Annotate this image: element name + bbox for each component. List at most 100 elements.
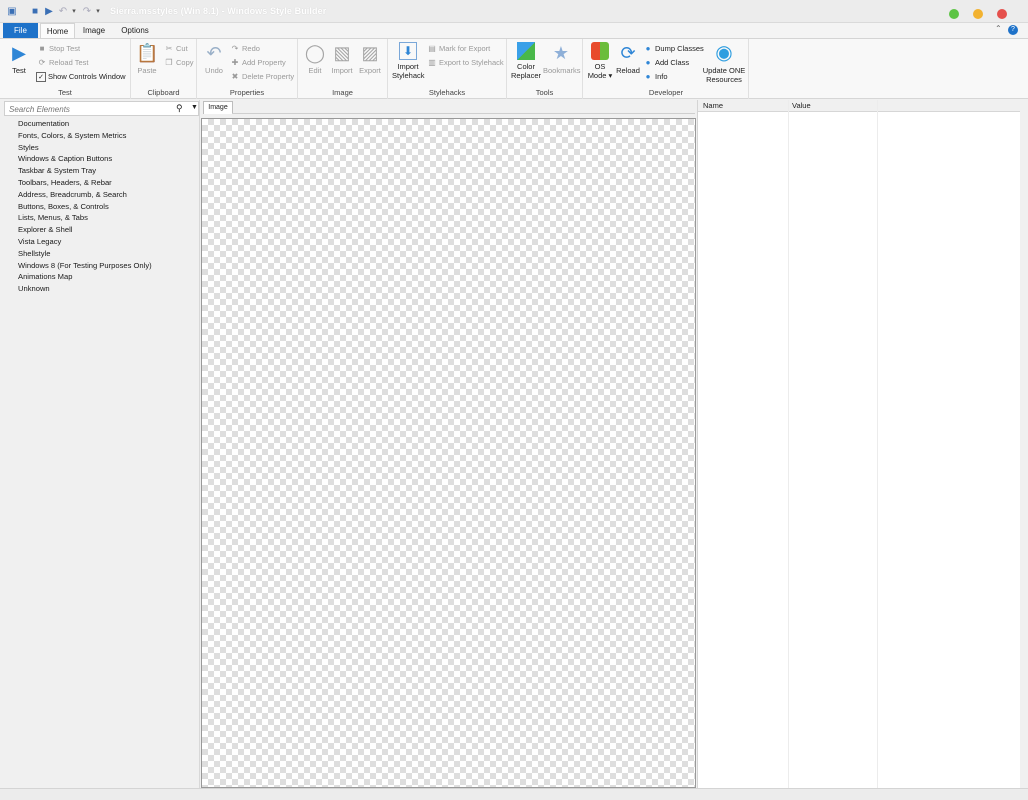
reload-icon: ⟳ xyxy=(620,43,636,63)
search-input[interactable] xyxy=(9,103,169,115)
help-icon[interactable]: ? xyxy=(1008,25,1018,35)
tree-item-windows-8[interactable]: Windows 8 (For Testing Purposes Only) xyxy=(18,260,152,272)
property-grid-header: Name Value xyxy=(698,100,1021,112)
image-canvas[interactable] xyxy=(201,118,696,788)
info-icon: ● xyxy=(645,72,651,82)
close-button[interactable] xyxy=(997,9,1007,19)
windows-logo-icon xyxy=(591,42,609,60)
import-image-icon: ▧ xyxy=(333,43,351,63)
paste-button[interactable]: 📋 Paste xyxy=(135,42,159,76)
group-stylehacks: ⬇ Import Stylehack ▤ Mark for Export ▥ Exp… xyxy=(388,39,507,99)
group-tools: Color Replacer ★ Bookmarks Tools xyxy=(507,39,583,99)
tree-item-toolbars[interactable]: Toolbars, Headers, & Rebar xyxy=(18,177,152,189)
minimize-button[interactable] xyxy=(973,9,983,19)
import-stylehack-button[interactable]: ⬇ Import Stylehack xyxy=(392,42,425,80)
test-button[interactable]: ▶ Test xyxy=(6,42,32,76)
undo-button[interactable]: ↶ Undo xyxy=(202,42,226,76)
refresh-icon: ⟳ xyxy=(38,58,46,68)
add-class-button[interactable]: ● Add Class xyxy=(643,57,690,69)
reload-test-button[interactable]: ⟳ Reload Test xyxy=(37,57,89,69)
tree-item-styles[interactable]: Styles xyxy=(18,142,152,154)
column-value-header[interactable]: Value xyxy=(792,101,811,110)
collapse-ribbon-icon[interactable]: ⌃ xyxy=(995,24,1002,33)
doc-tab-divider xyxy=(232,113,695,114)
column-divider xyxy=(877,100,878,788)
copy-button[interactable]: ❐ Copy xyxy=(164,57,193,69)
search-dropdown-icon[interactable]: ▼ xyxy=(191,104,198,111)
copy-icon: ❐ xyxy=(165,58,173,68)
tree-item-vista-legacy[interactable]: Vista Legacy xyxy=(18,236,152,248)
column-divider xyxy=(788,100,789,788)
tree-item-explorer[interactable]: Explorer & Shell xyxy=(18,224,152,236)
info-button[interactable]: ● Info xyxy=(643,71,668,83)
group-label-developer: Developer xyxy=(648,88,684,97)
mark-for-export-button[interactable]: ▤ Mark for Export xyxy=(427,43,490,55)
search-box: ⚲ ▼ xyxy=(4,101,199,116)
tree-item-windows-caption[interactable]: Windows & Caption Buttons xyxy=(18,153,152,165)
import-button[interactable]: ▧ Import xyxy=(330,42,354,76)
tree-item-documentation[interactable]: Documentation xyxy=(18,118,152,130)
update-resources-icon: ◉ xyxy=(715,42,733,64)
tree-item-buttons[interactable]: Buttons, Boxes, & Controls xyxy=(18,201,152,213)
group-test: ▶ Test ■ Stop Test ⟳ Reload Test ✓ Show Con… xyxy=(0,39,131,99)
right-scrollbar[interactable] xyxy=(1020,100,1028,788)
tree-item-animations[interactable]: Animations Map xyxy=(18,271,152,283)
undo-dropdown-icon[interactable]: ▾ xyxy=(70,5,78,19)
export-image-icon: ▨ xyxy=(361,43,379,63)
tab-file[interactable]: File xyxy=(3,23,38,38)
tree-item-address[interactable]: Address, Breadcrumb, & Search xyxy=(18,189,152,201)
dump-classes-icon: ● xyxy=(645,44,651,54)
tab-options[interactable]: Options xyxy=(116,23,154,38)
element-tree-panel: ⚲ ▼ Documentation Fonts, Colors, & Syste… xyxy=(2,100,200,788)
reload-button[interactable]: ⟳ Reload xyxy=(615,42,641,76)
stop-test-button[interactable]: ■ Stop Test xyxy=(37,43,81,55)
color-replacer-button[interactable]: Color Replacer xyxy=(510,42,542,80)
paste-icon: 📋 xyxy=(136,43,159,63)
edit-icon: ◯ xyxy=(304,43,326,63)
play-icon: ▶ xyxy=(12,43,26,63)
import-stylehack-icon: ⬇ xyxy=(399,42,417,60)
element-tree: Documentation Fonts, Colors, & System Me… xyxy=(18,118,152,295)
os-mode-button[interactable]: OS Mode ▾ xyxy=(587,42,613,80)
mark-icon: ▤ xyxy=(428,44,436,54)
export-to-stylehack-button[interactable]: ▥ Export to Stylehack xyxy=(427,57,503,69)
dump-classes-button[interactable]: ● Dump Classes xyxy=(643,43,704,55)
property-grid: Name Value xyxy=(697,100,1021,788)
cut-icon: ✂ xyxy=(165,44,173,54)
tree-item-fonts-colors[interactable]: Fonts, Colors, & System Metrics xyxy=(18,130,152,142)
play-icon[interactable]: ▶ xyxy=(42,5,56,19)
group-label-properties: Properties xyxy=(229,88,265,97)
save-icon[interactable]: ■ xyxy=(28,5,42,19)
tree-item-unknown[interactable]: Unknown xyxy=(18,283,152,295)
edit-button[interactable]: ◯ Edit xyxy=(303,42,327,76)
column-name-header[interactable]: Name xyxy=(703,101,723,110)
tree-item-shellstyle[interactable]: Shellstyle xyxy=(18,248,152,260)
redo-icon[interactable]: ↷ xyxy=(80,5,94,19)
search-icon[interactable]: ⚲ xyxy=(176,103,183,114)
tab-home[interactable]: Home xyxy=(40,23,75,38)
bookmarks-button[interactable]: ★ Bookmarks xyxy=(543,42,581,76)
redo-icon: ↷ xyxy=(231,44,239,54)
title-bar: ▣ ■ ▶ ↶ ▾ ↷ ▾ Sierra.msstyles (Win 8.1) … xyxy=(0,0,1028,23)
cut-button[interactable]: ✂ Cut xyxy=(164,43,188,55)
tree-item-lists[interactable]: Lists, Menus, & Tabs xyxy=(18,212,152,224)
tab-image[interactable]: Image xyxy=(78,23,110,38)
doc-tab-image[interactable]: Image xyxy=(203,101,233,114)
group-label-test: Test xyxy=(58,88,72,97)
show-controls-window-checkbox[interactable]: ✓ Show Controls Window xyxy=(36,71,126,83)
delete-property-button[interactable]: ✖ Delete Property xyxy=(230,71,294,83)
ribbon-tabs: File Home Image Options ⌃ ? xyxy=(0,23,1028,38)
customize-quick-access-icon[interactable]: ▾ xyxy=(94,5,102,19)
maximize-button[interactable] xyxy=(949,9,959,19)
group-label-tools: Tools xyxy=(535,88,554,97)
add-property-button[interactable]: ✚ Add Property xyxy=(230,57,286,69)
group-label-stylehacks: Stylehacks xyxy=(428,88,466,97)
undo-icon[interactable]: ↶ xyxy=(56,5,70,19)
group-properties: ↶ Undo ↷ Redo ✚ Add Property ✖ Delete Prope… xyxy=(197,39,298,99)
add-icon: ✚ xyxy=(231,58,239,68)
export-button[interactable]: ▨ Export xyxy=(358,42,382,76)
app-icon[interactable]: ▣ xyxy=(5,5,19,19)
tree-item-taskbar[interactable]: Taskbar & System Tray xyxy=(18,165,152,177)
redo-button[interactable]: ↷ Redo xyxy=(230,43,260,55)
update-one-resources-button[interactable]: ◉ Update ONE Resources xyxy=(701,42,747,84)
